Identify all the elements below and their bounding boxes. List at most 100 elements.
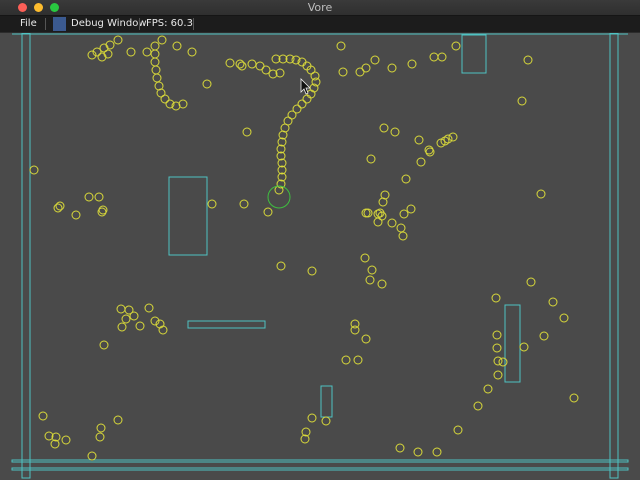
wall xyxy=(187,320,266,329)
food-pellet xyxy=(307,413,317,423)
food-pellet xyxy=(160,94,170,104)
food-pellet xyxy=(38,411,48,421)
food-pellet xyxy=(361,208,371,218)
food-pellet xyxy=(353,355,363,365)
food-pellet xyxy=(379,123,389,133)
food-pellet xyxy=(373,217,383,227)
food-pellet xyxy=(483,384,493,394)
food-pellet xyxy=(117,322,127,332)
mouse-pointer-icon xyxy=(300,78,311,95)
food-pellet xyxy=(407,59,417,69)
food-pellet xyxy=(202,79,212,89)
food-pellet xyxy=(365,275,375,285)
food-pellet xyxy=(399,209,409,219)
snake-segment xyxy=(297,99,307,109)
food-pellet xyxy=(341,355,351,365)
fps-counter: FPS: 60.3 xyxy=(146,18,193,29)
food-pellet xyxy=(235,59,245,69)
food-pellet xyxy=(361,334,371,344)
food-pellet xyxy=(395,443,405,453)
wall xyxy=(320,385,333,418)
food-pellet xyxy=(150,57,160,67)
wall xyxy=(461,34,487,74)
food-pellet xyxy=(151,65,161,75)
food-pellet xyxy=(414,135,424,145)
food-pellet xyxy=(29,165,39,175)
food-pellet xyxy=(144,303,154,313)
food-pellet xyxy=(366,154,376,164)
food-pellet xyxy=(276,261,286,271)
food-pellet xyxy=(387,63,397,73)
food-pellet xyxy=(396,223,406,233)
food-pellet xyxy=(453,425,463,435)
food-pellet xyxy=(126,47,136,57)
food-pellet xyxy=(95,432,105,442)
food-pellet xyxy=(336,41,346,51)
wall xyxy=(11,459,629,463)
food-pellet xyxy=(150,41,160,51)
walls-layer xyxy=(11,33,629,479)
food-pellet xyxy=(113,415,123,425)
food-pellet xyxy=(378,197,388,207)
menu-file[interactable]: File xyxy=(20,16,37,32)
food-pellet xyxy=(350,325,360,335)
food-pellet xyxy=(247,59,257,69)
wall xyxy=(168,176,208,256)
food-pellet xyxy=(355,67,365,77)
food-pellet xyxy=(492,343,502,353)
food-pellet xyxy=(121,314,131,324)
game-world[interactable] xyxy=(0,33,640,480)
player-head xyxy=(267,185,291,209)
food-pellet xyxy=(225,58,235,68)
food-pellet xyxy=(387,218,397,228)
food-pellet xyxy=(498,357,508,367)
food-pellet xyxy=(239,199,249,209)
game-canvas[interactable] xyxy=(0,33,640,480)
food-pellet xyxy=(94,192,104,202)
food-pellet xyxy=(492,330,502,340)
food-pellet xyxy=(451,41,461,51)
food-pellet xyxy=(493,370,503,380)
wall xyxy=(21,33,31,479)
snake-segment xyxy=(292,104,302,114)
food-pellet xyxy=(157,35,167,45)
food-pellet xyxy=(61,435,71,445)
food-pellet xyxy=(569,393,579,403)
food-pellet xyxy=(263,207,273,217)
food-pellet xyxy=(526,277,536,287)
food-pellet xyxy=(401,174,411,184)
snake-layer xyxy=(267,54,321,209)
food-pellet xyxy=(55,201,65,211)
food-pellet xyxy=(390,127,400,137)
food-pellet xyxy=(448,132,458,142)
food-pellet xyxy=(187,47,197,57)
food-pellet xyxy=(207,199,217,209)
wall xyxy=(504,304,521,383)
food-pellet xyxy=(172,41,182,51)
snake-segment xyxy=(302,94,312,104)
food-pellet xyxy=(87,451,97,461)
food-pellet xyxy=(370,55,380,65)
food-pellet xyxy=(53,203,63,213)
snake-segment xyxy=(310,71,320,81)
food-pellet xyxy=(519,342,529,352)
food-pellet xyxy=(84,192,94,202)
wall xyxy=(609,33,619,479)
snake-segment xyxy=(283,116,293,126)
food-pellet xyxy=(99,340,109,350)
food-pellet xyxy=(559,313,569,323)
food-pellet xyxy=(150,49,160,59)
menu-debug-window[interactable]: Debug Window xyxy=(71,16,147,32)
food-pellet xyxy=(548,297,558,307)
food-pellet xyxy=(377,279,387,289)
food-pellet xyxy=(491,293,501,303)
food-pellet xyxy=(398,231,408,241)
debug-window-checkbox[interactable] xyxy=(53,17,66,31)
food-pellet xyxy=(178,99,188,109)
food-pellet xyxy=(307,266,317,276)
food-pellet xyxy=(437,52,447,62)
food-pellet xyxy=(96,423,106,433)
food-pellet xyxy=(432,447,442,457)
food-pellet xyxy=(152,73,162,83)
food-pellet xyxy=(116,304,126,314)
